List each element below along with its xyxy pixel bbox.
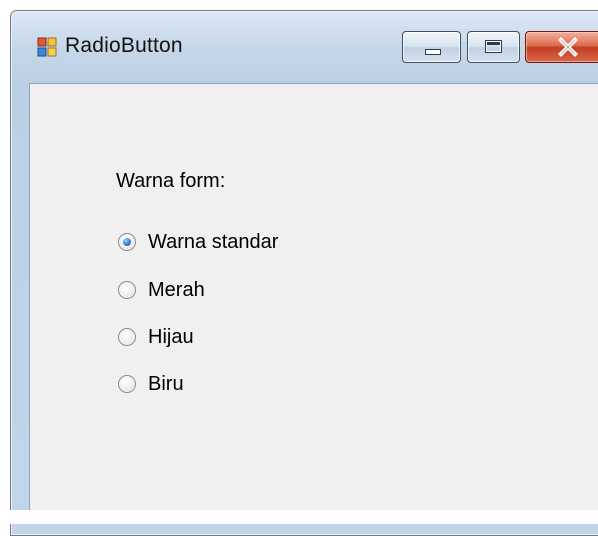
- radio-label[interactable]: Warna standar: [148, 231, 278, 254]
- maximize-icon: [485, 40, 502, 53]
- radio-circle[interactable]: [118, 233, 136, 251]
- minimize-button[interactable]: [402, 31, 461, 63]
- radio-selected-dot: [123, 238, 131, 246]
- color-group-label: Warna form:: [116, 170, 226, 192]
- window-title: RadioButton: [65, 34, 183, 57]
- radio-label[interactable]: Biru: [148, 373, 184, 396]
- maximize-button[interactable]: [467, 31, 520, 63]
- form-client-area: Warna form: Warna standar Merah Hijau Bi…: [29, 83, 598, 522]
- radio-circle[interactable]: [118, 375, 136, 393]
- radio-label[interactable]: Merah: [148, 279, 205, 302]
- close-icon: [558, 37, 578, 57]
- radio-biru[interactable]: Biru: [118, 369, 184, 399]
- radio-hijau[interactable]: Hijau: [118, 322, 194, 352]
- form-icon: [37, 37, 57, 57]
- radio-warna-standar[interactable]: Warna standar: [118, 227, 278, 257]
- app-window: RadioButton Warna form: Warna standar Me…: [10, 10, 598, 536]
- title-bar[interactable]: RadioButton: [11, 11, 598, 83]
- close-button[interactable]: [525, 31, 598, 63]
- radio-circle[interactable]: [118, 281, 136, 299]
- minimize-icon: [425, 49, 441, 55]
- radio-merah[interactable]: Merah: [118, 275, 205, 305]
- radio-label[interactable]: Hijau: [148, 326, 194, 349]
- bottom-background: [0, 510, 598, 524]
- radio-circle[interactable]: [118, 328, 136, 346]
